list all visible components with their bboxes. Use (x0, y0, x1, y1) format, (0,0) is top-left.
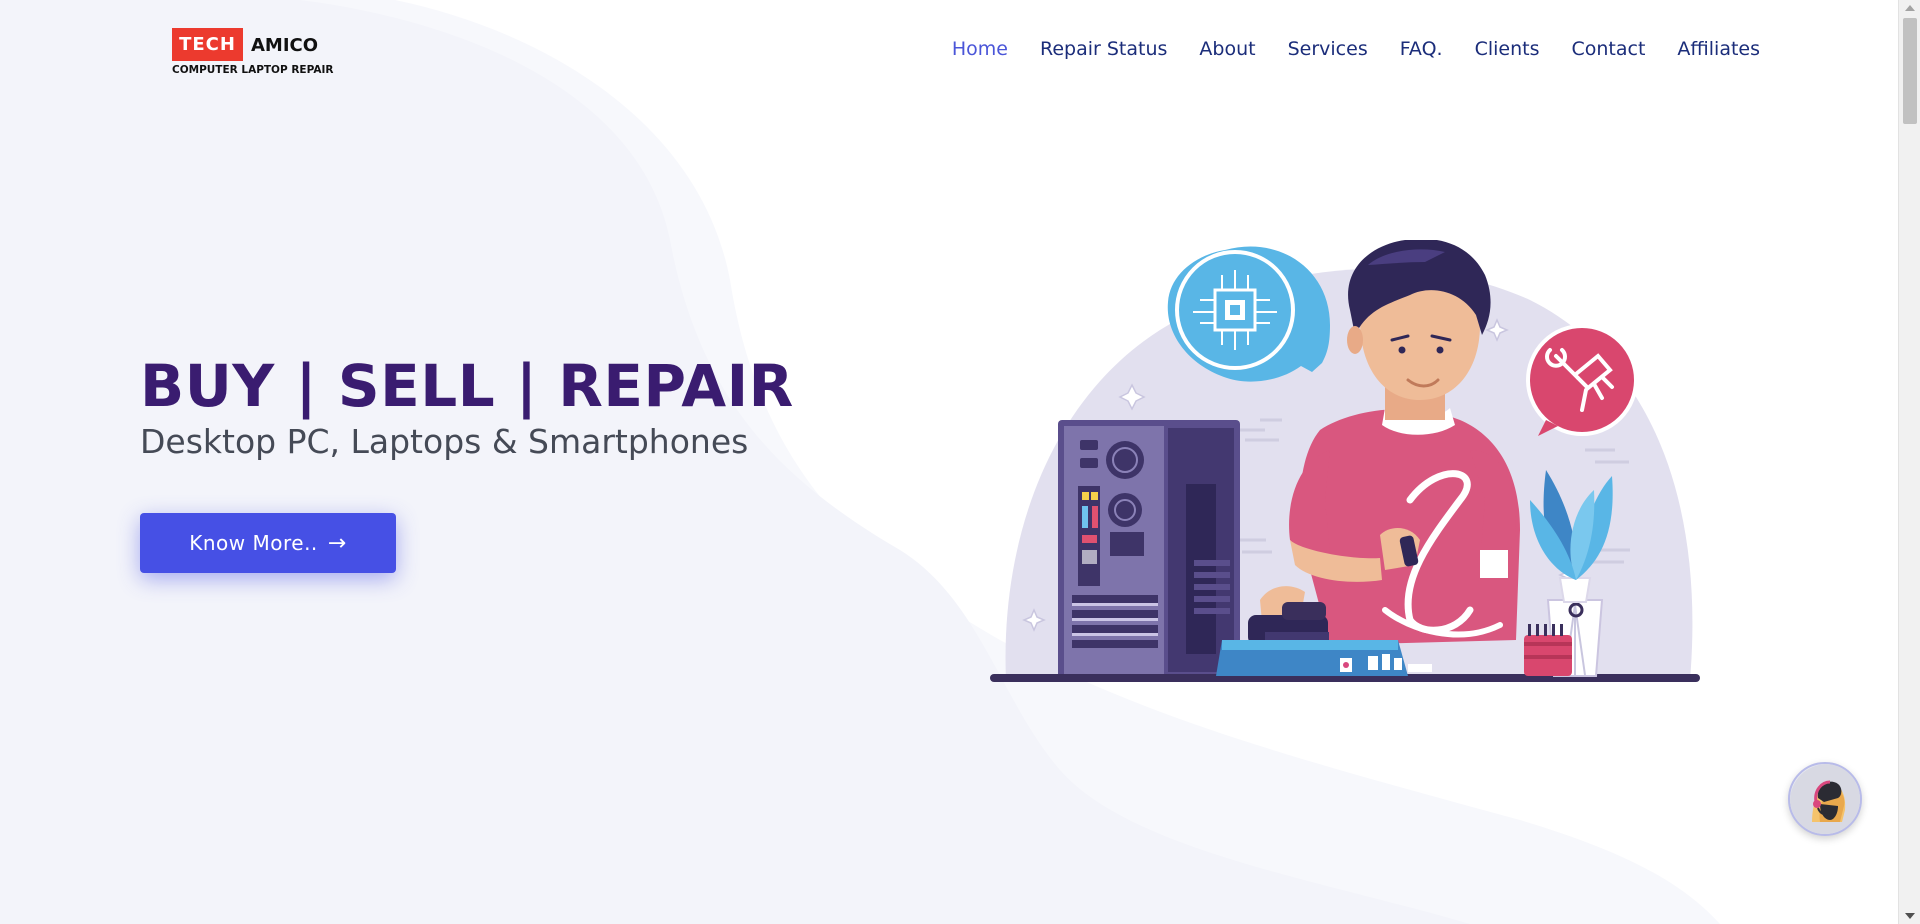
nav-repair-status[interactable]: Repair Status (1040, 38, 1167, 60)
nav-services[interactable]: Services (1288, 38, 1368, 60)
nav-faq[interactable]: FAQ. (1400, 38, 1443, 60)
hero-title: BUY | SELL | REPAIR (140, 352, 794, 420)
computer-tower-icon (1058, 420, 1240, 678)
nav-contact[interactable]: Contact (1571, 38, 1645, 60)
nav-about[interactable]: About (1199, 38, 1255, 60)
arrow-right-icon: → (327, 530, 347, 556)
logo-name: AMICO (251, 35, 319, 56)
logo-badge: TECH (172, 28, 243, 61)
scroll-up-arrow-icon[interactable] (1905, 5, 1915, 11)
hero-subtitle: Desktop PC, Laptops & Smartphones (140, 422, 749, 461)
technician-illustration (990, 240, 1700, 682)
site-logo[interactable]: TECH AMICO COMPUTER LAPTOP REPAIR (172, 28, 334, 78)
wrench-speech-bubble-icon (1526, 324, 1638, 436)
know-more-label: Know More.. (189, 531, 318, 555)
main-nav: Home Repair Status About Services FAQ. C… (920, 38, 1760, 60)
page-scrollbar[interactable] (1898, 0, 1920, 924)
support-chat-button[interactable] (1788, 762, 1862, 836)
logo-tagline: COMPUTER LAPTOP REPAIR (172, 64, 334, 76)
nav-clients[interactable]: Clients (1475, 38, 1540, 60)
nav-home[interactable]: Home (952, 38, 1008, 60)
scrollbar-thumb[interactable] (1903, 18, 1917, 124)
landing-page: TECH AMICO COMPUTER LAPTOP REPAIR Home R… (0, 0, 1898, 924)
support-agent-icon (1790, 764, 1860, 834)
nav-affiliates[interactable]: Affiliates (1677, 38, 1760, 60)
scroll-down-arrow-icon[interactable] (1905, 913, 1915, 919)
know-more-button[interactable]: Know More.. → (140, 513, 396, 573)
